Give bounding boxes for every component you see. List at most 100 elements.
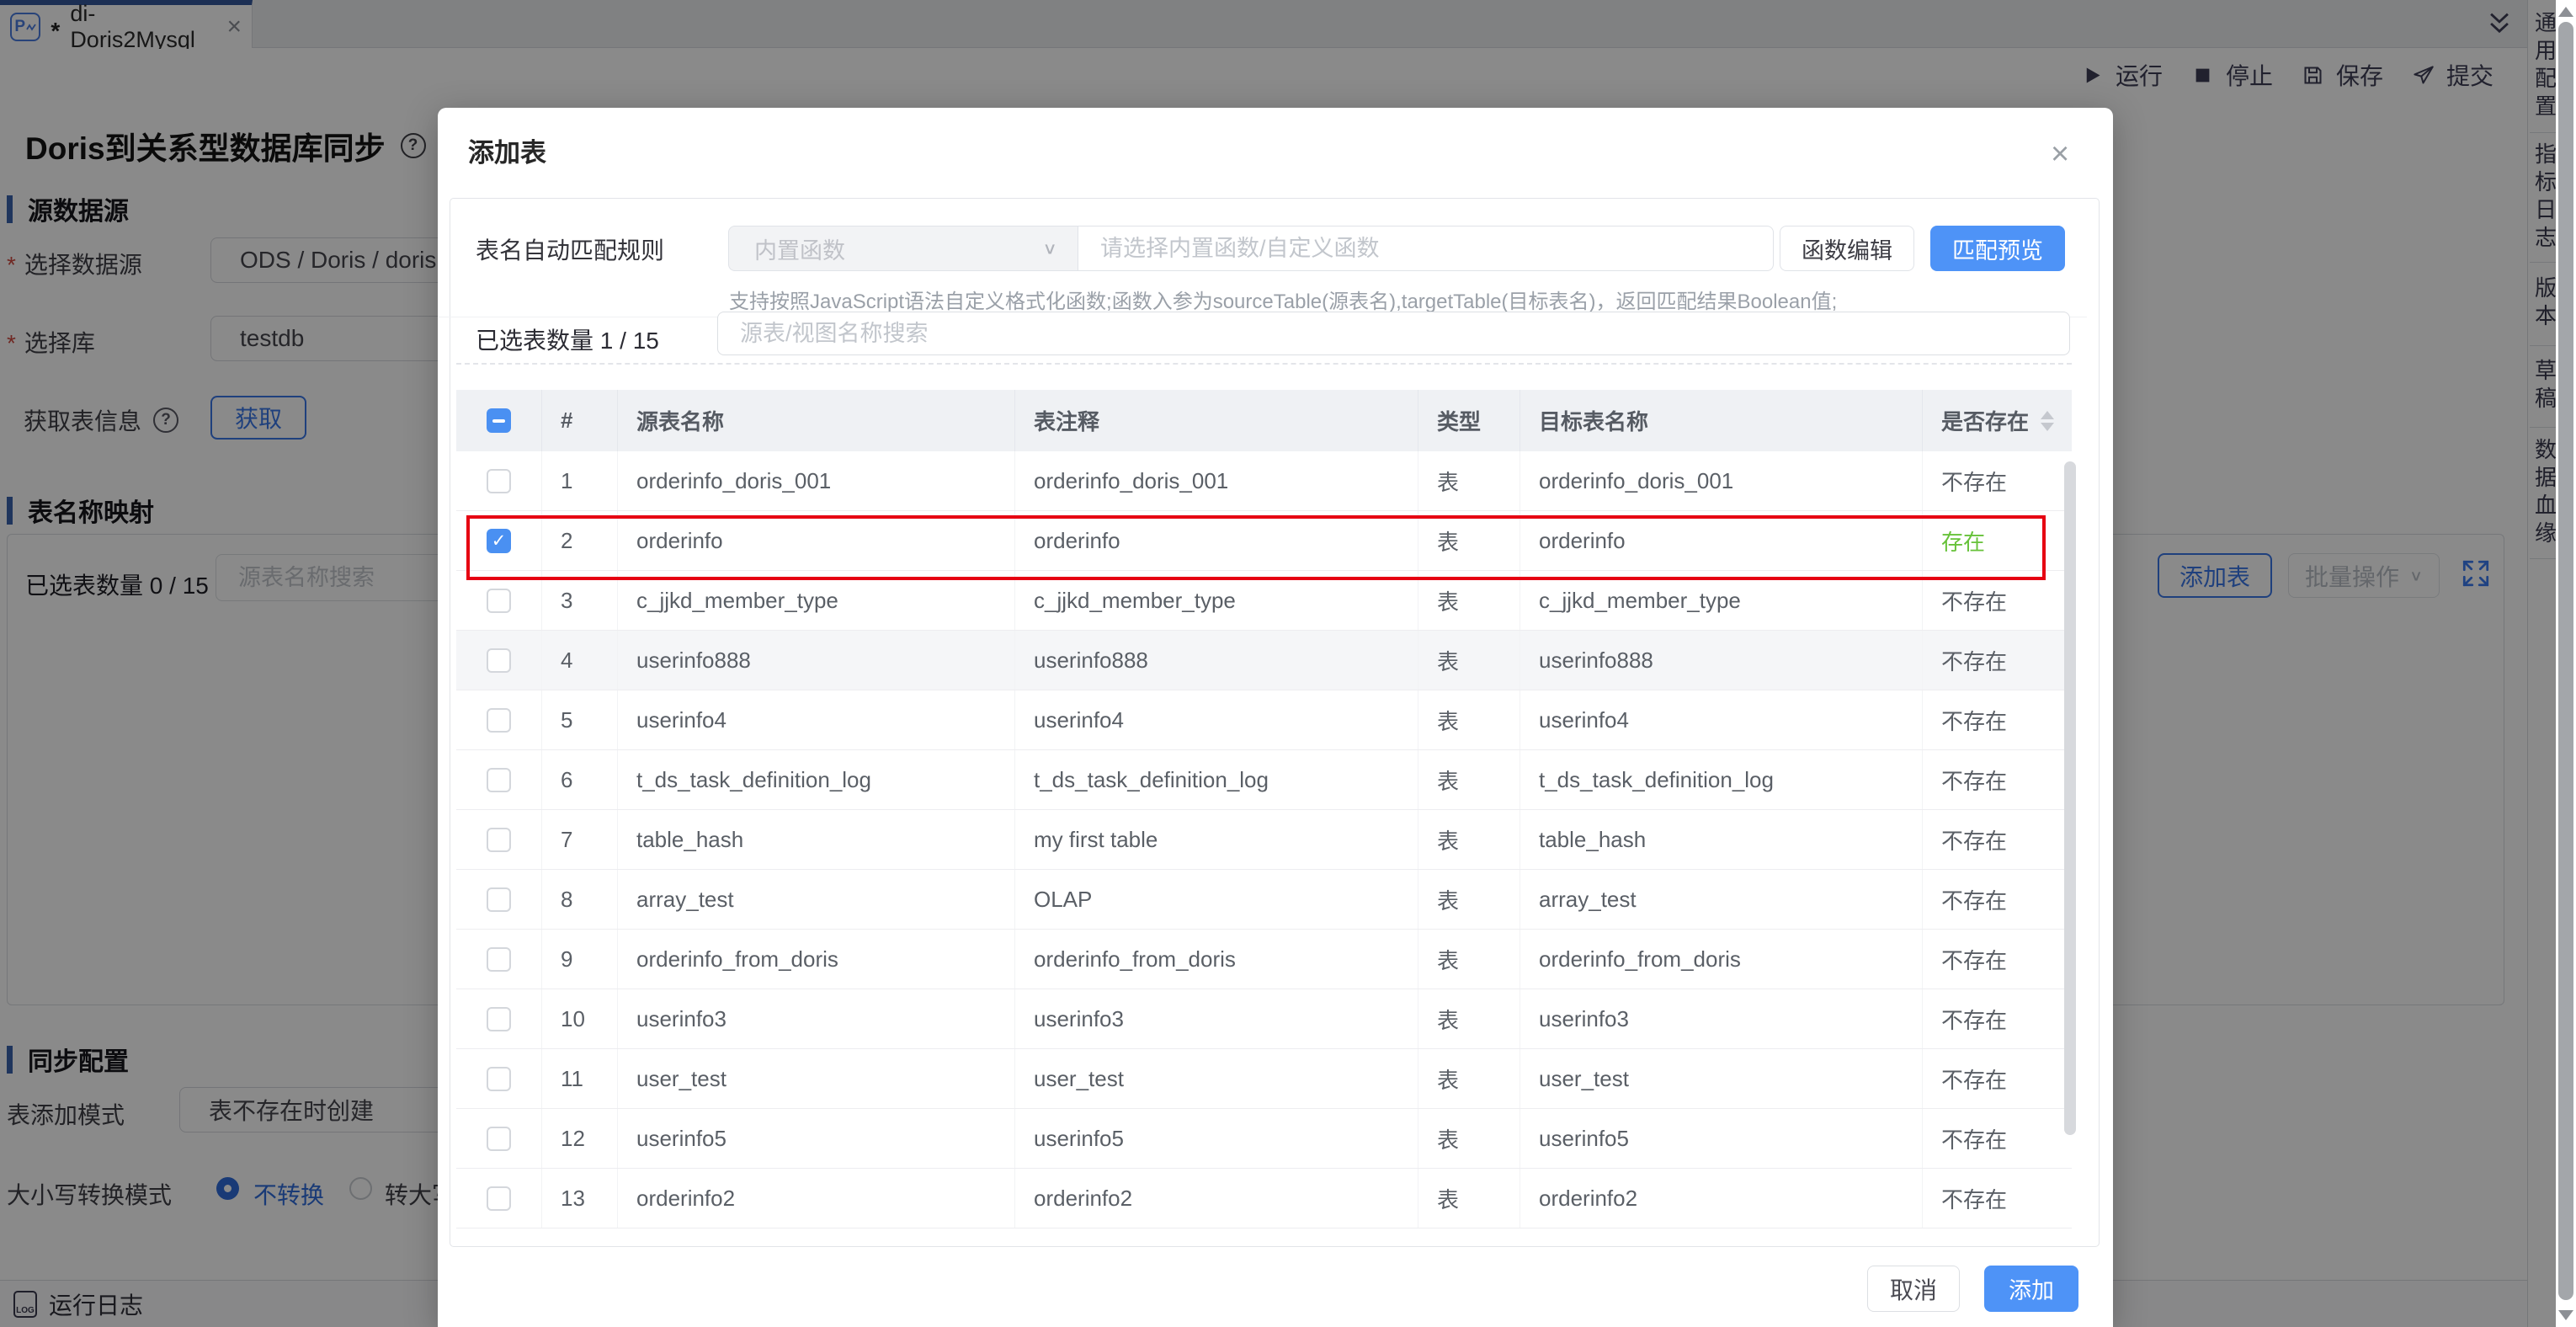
target-table-name: orderinfo_from_doris bbox=[1520, 930, 1923, 989]
table-header-row: # 源表名称 表注释 类型 目标表名称 是否存在 bbox=[456, 390, 2072, 451]
cancel-button[interactable]: 取消 bbox=[1867, 1266, 1960, 1312]
table-row[interactable]: 12 userinfo5 userinfo5 表 userinfo5 不存在 bbox=[456, 1109, 2072, 1169]
table-comment: orderinfo_doris_001 bbox=[1015, 451, 1418, 510]
table-row[interactable]: ✓ 2 orderinfo orderinfo 表 orderinfo 存在 bbox=[456, 511, 2072, 571]
exists-status: 不存在 bbox=[1923, 451, 2072, 510]
scroll-down-arrow[interactable] bbox=[2558, 1310, 2573, 1320]
modal-selected-count: 已选表数量 1 / 15 bbox=[476, 322, 659, 356]
column-header-comment: 表注释 bbox=[1015, 390, 1418, 451]
table-row[interactable]: 4 userinfo888 userinfo888 表 userinfo888 … bbox=[456, 631, 2072, 690]
row-checkbox[interactable] bbox=[487, 1067, 511, 1091]
scroll-up-arrow[interactable] bbox=[2558, 7, 2573, 17]
table-type: 表 bbox=[1418, 1049, 1520, 1108]
row-checkbox[interactable] bbox=[487, 469, 511, 493]
chevron-down-icon: ∨ bbox=[1042, 238, 1057, 258]
row-checkbox[interactable] bbox=[487, 828, 511, 852]
row-index: 2 bbox=[542, 511, 618, 570]
exists-status: 不存在 bbox=[1923, 750, 2072, 809]
row-index: 6 bbox=[542, 750, 618, 809]
table-type: 表 bbox=[1418, 511, 1520, 570]
row-checkbox[interactable] bbox=[487, 887, 511, 912]
table-type: 表 bbox=[1418, 1169, 1520, 1228]
match-preview-button[interactable]: 匹配预览 bbox=[1930, 226, 2065, 271]
row-checkbox[interactable]: ✓ bbox=[487, 529, 511, 553]
scrollbar-thumb[interactable] bbox=[2558, 22, 2573, 1300]
source-table-name: table_hash bbox=[618, 810, 1015, 869]
row-checkbox[interactable] bbox=[487, 1186, 511, 1211]
row-checkbox[interactable] bbox=[487, 768, 511, 792]
table-comment: user_test bbox=[1015, 1049, 1418, 1108]
source-table-name: array_test bbox=[618, 870, 1015, 929]
row-index: 1 bbox=[542, 451, 618, 510]
function-input[interactable] bbox=[1078, 226, 1774, 271]
table-comment: orderinfo_from_doris bbox=[1015, 930, 1418, 989]
exists-status: 不存在 bbox=[1923, 1169, 2072, 1228]
table-comment: OLAP bbox=[1015, 870, 1418, 929]
table-row[interactable]: 7 table_hash my first table 表 table_hash… bbox=[456, 810, 2072, 870]
exists-status: 不存在 bbox=[1923, 1049, 2072, 1108]
row-index: 5 bbox=[542, 690, 618, 749]
source-table-name: t_ds_task_definition_log bbox=[618, 750, 1015, 809]
table-type: 表 bbox=[1418, 750, 1520, 809]
table-scrollbar-thumb[interactable] bbox=[2064, 461, 2076, 1135]
source-table-name: orderinfo_from_doris bbox=[618, 930, 1015, 989]
table-type: 表 bbox=[1418, 451, 1520, 510]
column-header-exists[interactable]: 是否存在 bbox=[1923, 390, 2072, 451]
source-table-name: userinfo3 bbox=[618, 989, 1015, 1048]
source-table-name: user_test bbox=[618, 1049, 1015, 1108]
table-row[interactable]: 11 user_test user_test 表 user_test 不存在 bbox=[456, 1049, 2072, 1109]
target-table-name: t_ds_task_definition_log bbox=[1520, 750, 1923, 809]
source-table-name: orderinfo bbox=[618, 511, 1015, 570]
table-comment: my first table bbox=[1015, 810, 1418, 869]
table-row[interactable]: 10 userinfo3 userinfo3 表 userinfo3 不存在 bbox=[456, 989, 2072, 1049]
exists-status: 不存在 bbox=[1923, 989, 2072, 1048]
select-all-checkbox[interactable] bbox=[487, 408, 511, 433]
column-header-target: 目标表名称 bbox=[1520, 390, 1923, 451]
exists-status: 不存在 bbox=[1923, 631, 2072, 690]
table-type: 表 bbox=[1418, 571, 1520, 630]
row-checkbox[interactable] bbox=[487, 708, 511, 733]
exists-status: 存在 bbox=[1923, 511, 2072, 570]
row-checkbox[interactable] bbox=[487, 589, 511, 613]
page-scrollbar[interactable] bbox=[2556, 0, 2576, 1327]
exists-status: 不存在 bbox=[1923, 870, 2072, 929]
table-comment: c_jjkd_member_type bbox=[1015, 571, 1418, 630]
exists-status: 不存在 bbox=[1923, 571, 2072, 630]
row-index: 13 bbox=[542, 1169, 618, 1228]
table-row[interactable]: 8 array_test OLAP 表 array_test 不存在 bbox=[456, 870, 2072, 930]
row-checkbox[interactable] bbox=[487, 947, 511, 972]
table-type: 表 bbox=[1418, 870, 1520, 929]
table-comment: orderinfo bbox=[1015, 511, 1418, 570]
modal-search-input[interactable] bbox=[717, 312, 2070, 355]
row-index: 3 bbox=[542, 571, 618, 630]
target-table-name: array_test bbox=[1520, 870, 1923, 929]
target-table-name: orderinfo2 bbox=[1520, 1169, 1923, 1228]
table-row[interactable]: 5 userinfo4 userinfo4 表 userinfo4 不存在 bbox=[456, 690, 2072, 750]
table-type: 表 bbox=[1418, 631, 1520, 690]
builtin-function-select[interactable]: 内置函数 ∨ bbox=[728, 226, 1078, 271]
row-checkbox[interactable] bbox=[487, 1127, 511, 1151]
table-row[interactable]: 13 orderinfo2 orderinfo2 表 orderinfo2 不存… bbox=[456, 1169, 2072, 1228]
table-comment: t_ds_task_definition_log bbox=[1015, 750, 1418, 809]
row-checkbox[interactable] bbox=[487, 648, 511, 673]
table-type: 表 bbox=[1418, 1109, 1520, 1168]
modal-close-icon[interactable]: × bbox=[2051, 138, 2069, 170]
table-comment: userinfo5 bbox=[1015, 1109, 1418, 1168]
table-type: 表 bbox=[1418, 989, 1520, 1048]
target-table-name: userinfo888 bbox=[1520, 631, 1923, 690]
source-table-name: orderinfo2 bbox=[618, 1169, 1015, 1228]
function-edit-button[interactable]: 函数编辑 bbox=[1780, 226, 1914, 271]
table-row[interactable]: 1 orderinfo_doris_001 orderinfo_doris_00… bbox=[456, 451, 2072, 511]
column-header-index: # bbox=[542, 390, 618, 451]
confirm-add-button[interactable]: 添加 bbox=[1984, 1266, 2078, 1312]
target-table-name: userinfo3 bbox=[1520, 989, 1923, 1048]
app-screen: P * di-Doris2Mysql × 运行 停止 保存 bbox=[0, 0, 2576, 1327]
table-row[interactable]: 6 t_ds_task_definition_log t_ds_task_def… bbox=[456, 750, 2072, 810]
table-comment: orderinfo2 bbox=[1015, 1169, 1418, 1228]
row-checkbox[interactable] bbox=[487, 1007, 511, 1031]
table-row[interactable]: 3 c_jjkd_member_type c_jjkd_member_type … bbox=[456, 571, 2072, 631]
sort-carets-icon[interactable] bbox=[2041, 411, 2054, 431]
table-row[interactable]: 9 orderinfo_from_doris orderinfo_from_do… bbox=[456, 930, 2072, 989]
table-type: 表 bbox=[1418, 690, 1520, 749]
match-rule-label: 表名自动匹配规则 bbox=[476, 232, 664, 266]
